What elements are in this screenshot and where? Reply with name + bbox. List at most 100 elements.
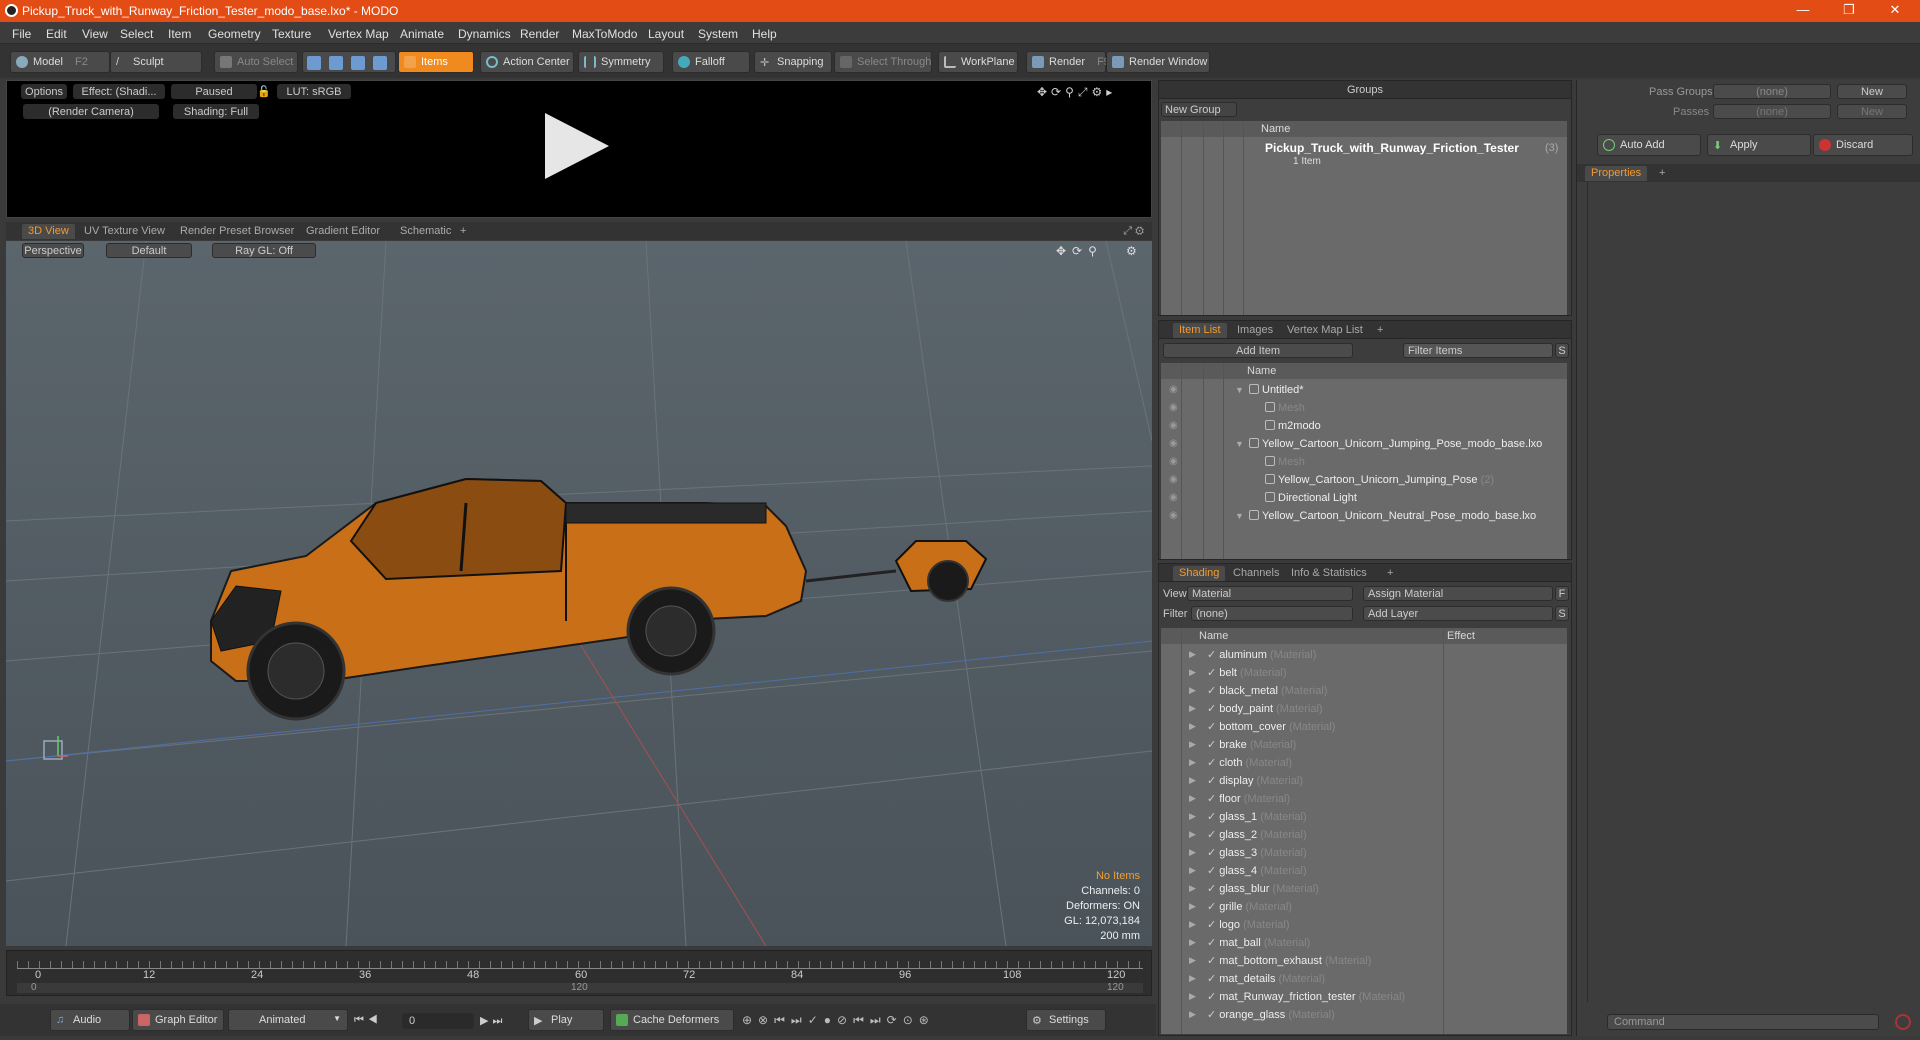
add-layer-dropdown[interactable]: Add Layer [1363,606,1553,621]
expand-arrow-icon[interactable]: ▼ [1235,511,1244,521]
expand-arrow-icon[interactable]: ▶ [1189,721,1196,732]
default-style-dropdown[interactable]: Default [106,243,192,258]
tab-images[interactable]: Images [1231,323,1279,338]
preview-shading-dropdown[interactable]: Shading: Full [173,104,259,119]
viewport-settings-icon[interactable]: ⤢ ⚙ [1123,225,1144,238]
visibility-eye-icon[interactable]: ◉ [1169,402,1178,413]
add-shading-tab[interactable]: + [1381,566,1399,581]
tab-gradient-editor[interactable]: Gradient Editor [300,224,386,239]
expand-arrow-icon[interactable]: ▶ [1189,847,1196,858]
expand-arrow-icon[interactable]: ▶ [1189,919,1196,930]
tab-3d-view[interactable]: 3D View [22,224,75,239]
material-row[interactable]: ▶ ✓ glass_4 (Material) [1161,861,1567,879]
expand-arrow-icon[interactable]: ▶ [1189,703,1196,714]
item-row[interactable]: ◉ Yellow_Cartoon_Unicorn_Jumping_Pose (2) [1161,471,1567,489]
material-row[interactable]: ▶ ✓ mat_Runway_friction_tester (Material) [1161,987,1567,1005]
lock-icon[interactable]: 🔓 [257,85,271,98]
apply-button[interactable]: ⬇ Apply [1707,134,1811,156]
expand-arrow-icon[interactable]: ▶ [1189,757,1196,768]
preview-camera-dropdown[interactable]: (Render Camera) [23,104,159,119]
item-filter-s-button[interactable]: S [1555,343,1569,358]
material-row[interactable]: ▶ ✓ bottom_cover (Material) [1161,717,1567,735]
material-row[interactable]: ▶ ✓ floor (Material) [1161,789,1567,807]
tab-schematic[interactable]: Schematic [394,224,457,239]
item-row[interactable]: ◉ Mesh [1161,399,1567,417]
frame-input[interactable]: 0 [402,1013,474,1029]
falloff-button[interactable]: Falloff [672,51,750,73]
tab-uv-texture-view[interactable]: UV Texture View [78,224,171,239]
auto-select-button[interactable]: Auto Select [214,51,298,73]
expand-arrow-icon[interactable]: ▶ [1189,865,1196,876]
expand-arrow-icon[interactable]: ▼ [1235,439,1244,449]
expand-arrow-icon[interactable]: ▶ [1189,739,1196,750]
item-row[interactable]: ▼ ◉ Yellow_Cartoon_Unicorn_Jumping_Pose_mo… [1161,435,1567,453]
add-panel-tab[interactable]: + [1371,323,1389,338]
visibility-eye-icon[interactable]: ◉ [1169,456,1178,467]
visibility-eye-icon[interactable]: ◉ [1169,420,1178,431]
tab-render-preset-browser[interactable]: Render Preset Browser [174,224,300,239]
item-row[interactable]: ◉ m2modo [1161,417,1567,435]
tab-channels[interactable]: Channels [1227,566,1285,581]
snapping-button[interactable]: ✛ Snapping [754,51,832,73]
menu-file[interactable]: File [12,27,31,41]
menu-render[interactable]: Render [520,27,559,41]
command-input[interactable]: Command [1607,1014,1879,1030]
expand-arrow-icon[interactable]: ▶ [1189,685,1196,696]
audio-button[interactable]: ♫ Audio [50,1009,130,1031]
material-row[interactable]: ▶ ✓ grille (Material) [1161,897,1567,915]
shader-tree[interactable]: Name Effect ▶ ✓ aluminum (Material) ▶ ✓ belt … [1161,628,1567,1034]
minimize-icon[interactable]: — [1780,2,1826,20]
timeline[interactable]: 0 12 24 36 48 60 72 84 96 108 120 0 120 … [6,950,1152,996]
visibility-eye-icon[interactable]: ◉ [1169,510,1178,521]
material-row[interactable]: ▶ ✓ logo (Material) [1161,915,1567,933]
passes-new-button[interactable]: New [1837,104,1907,119]
render-window-button[interactable]: Render Window [1106,51,1210,73]
item-tree[interactable]: Name ▼ ◉ Untitled* ◉ Mesh ◉ m2modo ▼ ◉ Yellow_Car… [1161,363,1567,559]
material-row[interactable]: ▶ ✓ belt (Material) [1161,663,1567,681]
tab-info-statistics[interactable]: Info & Statistics [1285,566,1373,581]
preview-nav-icons[interactable]: ✥⟳⚲⤢⚙▸ [1037,85,1116,100]
cache-deformers-button[interactable]: Cache Deformers [610,1009,734,1031]
keyframe-tool-icons[interactable]: ⊕⊗⏮⏭✓●⊘⏮⏭⟳⊙⊛ [742,1013,935,1028]
add-properties-tab[interactable]: + [1653,166,1671,181]
assign-material-dropdown[interactable]: Assign Material [1363,586,1553,601]
material-row[interactable]: ▶ ✓ orange_glass (Material) [1161,1005,1567,1023]
new-group-button[interactable]: New Group [1161,102,1237,117]
pass-groups-new-button[interactable]: New [1837,84,1907,99]
item-row[interactable]: ◉ Directional Light [1161,489,1567,507]
menu-maxtomodo[interactable]: MaxToModo [572,27,637,41]
items-button[interactable]: Items [398,51,474,73]
select-through-button[interactable]: Select Through [834,51,932,73]
preview-options-button[interactable]: Options [21,84,67,99]
expand-arrow-icon[interactable]: ▶ [1189,973,1196,984]
expand-arrow-icon[interactable]: ▶ [1189,991,1196,1002]
play-button[interactable]: ▶ Play [528,1009,604,1031]
material-row[interactable]: ▶ ✓ mat_bottom_exhaust (Material) [1161,951,1567,969]
tab-shading[interactable]: Shading [1173,566,1226,581]
symmetry-button[interactable]: Symmetry [578,51,664,73]
menu-layout[interactable]: Layout [648,27,684,41]
viewport-gear-icon[interactable]: ⚙ [1126,244,1137,258]
material-row[interactable]: ▶ ✓ cloth (Material) [1161,753,1567,771]
filter-dropdown[interactable]: (none) [1191,606,1353,621]
add-tab-button[interactable]: + [454,224,472,239]
shading-f-button[interactable]: F [1555,586,1569,601]
edges-mode-icon[interactable] [329,56,343,70]
material-row[interactable]: ▶ ✓ black_metal (Material) [1161,681,1567,699]
tab-item-list[interactable]: Item List [1173,323,1227,338]
perspective-dropdown[interactable]: Perspective [22,243,84,258]
material-row[interactable]: ▶ ✓ body_paint (Material) [1161,699,1567,717]
material-row[interactable]: ▶ ✓ mat_ball (Material) [1161,933,1567,951]
discard-button[interactable]: Discard [1813,134,1913,156]
auto-add-button[interactable]: Auto Add [1597,134,1701,156]
preview-lut-dropdown[interactable]: LUT: sRGB [277,84,351,99]
menu-geometry[interactable]: Geometry [208,27,261,41]
animated-dropdown[interactable]: Animated ▼ [228,1009,348,1031]
item-row[interactable]: ▼ ◉ Yellow_Cartoon_Unicorn_Neutral_Pose_mo… [1161,507,1567,525]
material-row[interactable]: ▶ ✓ mat_details (Material) [1161,969,1567,987]
visibility-eye-icon[interactable]: ◉ [1169,384,1178,395]
raygl-dropdown[interactable]: Ray GL: Off [212,243,316,258]
visibility-eye-icon[interactable]: ◉ [1169,492,1178,503]
graph-editor-button[interactable]: Graph Editor [132,1009,224,1031]
item-row[interactable]: ◉ Mesh [1161,453,1567,471]
